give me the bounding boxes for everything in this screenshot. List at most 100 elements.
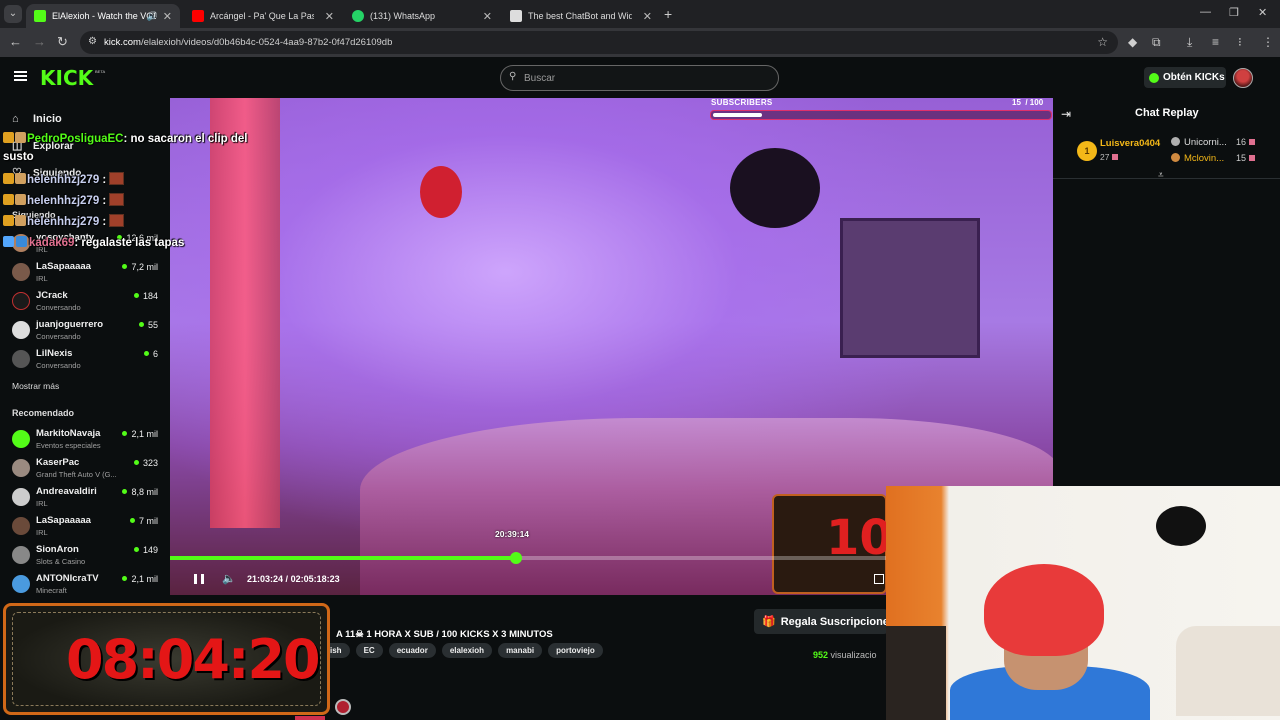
tab-kick-vod[interactable]: ElAlexioh - Watch the VOD 🔊 ✕ [26,4,180,28]
expand-leaderboard-icon[interactable]: ⩡ [1158,170,1164,181]
extensions-puzzle-icon[interactable]: ⧉ [1152,35,1161,50]
gift-subscriptions-label: Regala Suscripciones [780,615,888,628]
video-scene [210,98,280,528]
close-tab-icon[interactable]: ✕ [163,10,172,23]
restore-icon[interactable]: ❐ [1229,6,1239,19]
tab-chatbot[interactable]: The best ChatBot and Widgets ✕ [502,4,660,28]
sub-badge-icon [3,132,14,143]
kick-favicon-icon [34,10,46,22]
pause-button[interactable] [194,574,204,584]
gift-icon [1112,154,1119,160]
kicks-coin-icon [1149,72,1159,83]
gift-icon: 🎁 [762,616,776,628]
speaker-icon[interactable]: 🔊 [147,11,158,22]
menu-kebab-icon[interactable]: ⋮ [1262,35,1274,49]
user-avatar[interactable] [1233,68,1253,88]
hamburger-menu-icon[interactable] [14,71,27,81]
gifter-entry[interactable]: Unicorni... 16 [1171,137,1256,148]
tag-list: ish EC ecuador elalexioh manabi portovie… [322,643,603,658]
viewer-count: 149 [134,545,158,555]
gifter-entry[interactable]: Mclovin... 15 [1171,153,1256,164]
volume-icon[interactable]: 🔈 [222,572,236,585]
sidebar-channel[interactable]: SionAron Slots & Casino 149 [0,542,170,568]
back-icon[interactable]: ← [9,34,22,49]
webcam-scene [886,626,946,720]
new-tab-button[interactable]: + [664,6,672,22]
overlay-chat-message: PedroPosliguaEC: no sacaron el clip del [3,132,247,145]
video-scene [730,148,820,228]
timer-text: 08:04:20 [66,628,321,691]
address-bar[interactable]: ⚙ kick.com/elalexioh/videos/d0b46b4c-052… [80,31,1118,54]
sidebar-channel[interactable]: JCrack Conversando 184 [0,288,170,314]
tab-search-button[interactable]: ⌄ [4,5,22,23]
divider [1053,178,1280,179]
sidebar-channel[interactable]: LilNexis Conversando 6 [0,346,170,372]
tab-youtube[interactable]: Arcángel - Pa' Que La Pases Bie ✕ [184,4,342,28]
rank-icon [1171,153,1180,162]
overlay-chat-message: susto [3,151,34,163]
gift-icon [1249,155,1256,161]
emote-icon [109,214,125,227]
search-input[interactable]: ⚲ Buscar [500,65,779,91]
reload-icon[interactable]: ↻ [57,34,68,50]
home-icon: ⌂ [12,113,19,125]
tab-whatsapp[interactable]: (131) WhatsApp ✕ [344,4,500,28]
chat-text: : [99,195,107,207]
close-tab-icon[interactable]: ✕ [325,10,334,23]
channel-avatar-icon[interactable] [335,699,351,715]
close-window-icon[interactable]: ✕ [1258,6,1267,19]
badge-icon [15,215,26,226]
forward-icon[interactable]: → [33,34,46,49]
chat-text: : regalaste las tapas [74,237,185,249]
avatar [12,488,30,506]
sidebar-channel[interactable]: LaSapaaaaa IRL 7,2 mil [0,259,170,285]
reading-list-icon[interactable]: ≡ [1212,35,1219,49]
sidebar-channel[interactable]: LaSapaaaaa IRL 7 mil [0,513,170,539]
channel-name: LilNexis [36,348,73,359]
channel-name: ANTONIcraTV [36,573,99,584]
stream-title: A 11☠ 1 HORA X SUB / 100 KICKS X 3 MINUT… [336,629,553,640]
miniplayer-icon[interactable] [874,574,884,584]
minimize-icon[interactable]: — [1200,6,1211,18]
bookmark-star-icon[interactable]: ☆ [1097,35,1108,49]
channel-category: IRL [36,274,48,283]
tab-title: ElAlexioh - Watch the VOD [52,11,156,21]
close-tab-icon[interactable]: ✕ [643,10,652,23]
viewer-count: 7 mil [130,516,158,526]
sidebar-channel[interactable]: MarkitoNavaja Eventos especiales 2,1 mil [0,426,170,452]
top-gifter-name[interactable]: Luisvera0404 [1100,138,1160,149]
tag[interactable]: ecuador [388,643,436,658]
url-text: kick.com/elalexioh/videos/d0b46b4c-0524-… [104,37,393,48]
sidebar-channel[interactable]: KaserPac Grand Theft Auto V (G... 323 [0,455,170,481]
show-more-link[interactable]: Mostrar más [12,381,59,391]
chat-text: : [99,216,107,228]
tag[interactable]: elalexioh [441,643,493,658]
tag[interactable]: EC [355,643,383,658]
sidebar-channel[interactable]: juanjoguerrero Conversando 55 [0,317,170,343]
gift-subscriptions-button[interactable]: 🎁 Regala Suscripciones [754,609,888,634]
tab-title: Arcángel - Pa' Que La Pases Bie [210,11,314,21]
download-icon[interactable]: ⤓ [1187,35,1192,50]
tab-title: (131) WhatsApp [370,11,436,21]
channel-name: MarkitoNavaja [36,428,101,439]
sub-badge-icon [3,215,14,226]
tag[interactable]: portoviejo [548,643,603,658]
kick-logo[interactable]: KICK [40,66,93,90]
sidebar-item-inicio[interactable]: ⌂ Inicio [12,113,62,125]
sidebar-channel[interactable]: Andreavaldiri IRL 8,8 mil [0,484,170,510]
close-tab-icon[interactable]: ✕ [483,10,492,23]
get-kicks-button[interactable]: Obtén KICKs [1144,67,1226,88]
sidebar-item-label: Inicio [33,113,62,125]
channel-category: Conversando [36,361,81,370]
channel-name: JCrack [36,290,68,301]
sidebar-channel[interactable]: ANTONIcraTV Minecraft 2,1 mil [0,571,170,597]
profile-icon[interactable]: ⁝ [1238,35,1242,49]
gifter-name: Mclovin... [1184,153,1225,164]
webcam-scene [1176,626,1280,716]
extension-diamond-icon[interactable]: ◆ [1128,35,1137,49]
site-info-icon[interactable]: ⚙ [88,36,97,47]
collapse-chat-icon[interactable]: ⇥ [1061,107,1071,121]
gifter-count: 16 [1236,137,1256,147]
tag[interactable]: manabi [498,643,543,658]
emote-icon [109,193,125,206]
